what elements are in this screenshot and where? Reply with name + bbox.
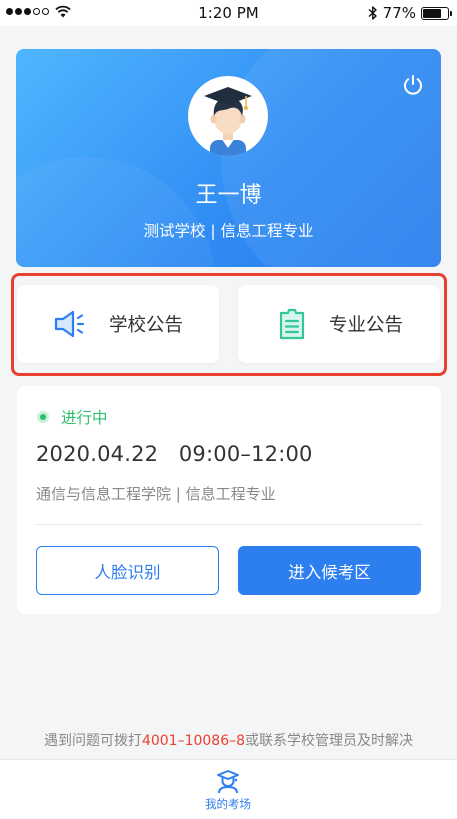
battery-percent: 77% (382, 4, 416, 22)
help-suffix: 或联系学校管理员及时解决 (245, 733, 414, 749)
avatar[interactable] (188, 76, 268, 156)
status-bar: 1:20 PM 77% (0, 0, 457, 26)
exam-status: 进行中 (37, 406, 108, 428)
exam-datetime: 2020.04.22 09:00–12:00 (36, 442, 313, 466)
enter-waiting-area-button[interactable]: 进入候考区 (238, 546, 421, 595)
status-text: 进行中 (61, 409, 108, 427)
tab-my-exam-label: 我的考场 (205, 797, 251, 811)
tab-my-exam[interactable]: 我的考场 (198, 768, 258, 812)
tab-bar: 我的考场 (0, 759, 457, 819)
status-dot-icon (37, 411, 49, 423)
student-name: 王一博 (195, 183, 262, 208)
face-recognition-button[interactable]: 人脸识别 (36, 546, 219, 595)
screen: 1:20 PM 77% 王一博 测试学校 | 信息工程专业 学校公告 专业公告 … (0, 0, 457, 819)
school-major: 测试学校 | 信息工程专业 (143, 222, 314, 240)
megaphone-icon (54, 310, 85, 338)
major-announcement-label: 专业公告 (328, 315, 403, 336)
school-announcement-label: 学校公告 (108, 315, 183, 336)
exam-department: 通信与信息工程学院 | 信息工程专业 (36, 485, 276, 503)
major-announcement-button[interactable]: 专业公告 (238, 285, 440, 363)
power-icon[interactable] (401, 73, 425, 97)
help-phone[interactable]: 4001–10086–8 (142, 733, 245, 749)
help-prefix: 遇到问题可拨打 (43, 733, 142, 749)
profile-card: 王一博 测试学校 | 信息工程专业 (16, 49, 441, 267)
exam-card: 进行中 2020.04.22 09:00–12:00 通信与信息工程学院 | 信… (17, 386, 441, 614)
help-notice: 遇到问题可拨打4001–10086–8或联系学校管理员及时解决 (0, 730, 457, 750)
exam-hall-icon (217, 770, 239, 794)
school-announcement-button[interactable]: 学校公告 (17, 285, 219, 363)
battery-area: 77% (368, 4, 452, 22)
bluetooth-icon (368, 6, 377, 20)
graduate-avatar-icon (204, 87, 252, 156)
divider (36, 524, 422, 525)
document-icon (279, 308, 305, 340)
battery-icon (421, 6, 452, 20)
